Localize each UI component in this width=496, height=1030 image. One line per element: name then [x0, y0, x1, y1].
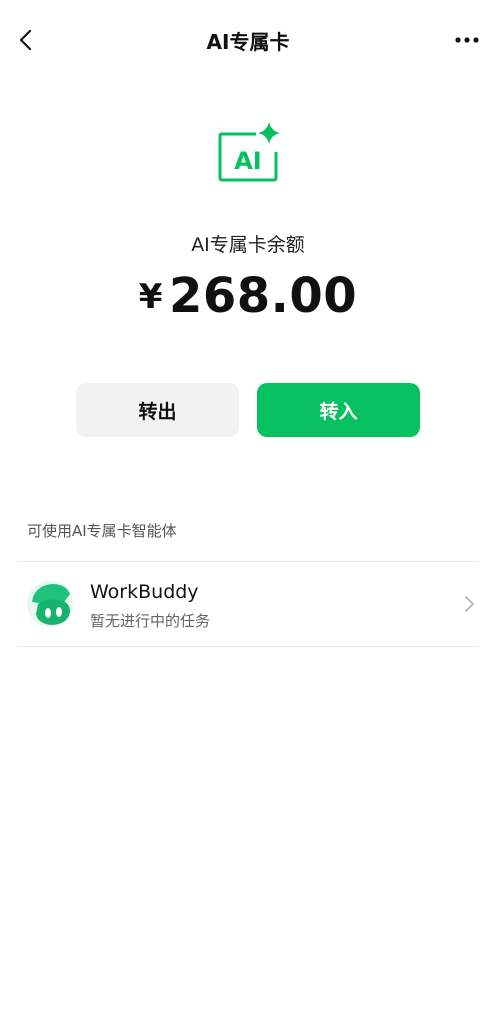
agent-status: 暂无进行中的任务	[90, 612, 211, 630]
more-button[interactable]	[450, 24, 484, 56]
workbuddy-avatar-icon	[27, 581, 73, 627]
page-title: AI专属卡	[206, 30, 290, 54]
currency-symbol: ¥	[138, 277, 163, 317]
transfer-in-button[interactable]: 转入	[257, 383, 420, 437]
chevron-right-icon	[465, 596, 474, 612]
divider	[18, 646, 478, 647]
more-horizontal-icon	[455, 37, 479, 43]
balance-amount: ¥268.00	[0, 268, 496, 324]
agent-list-item[interactable]: WorkBuddy 暂无进行中的任务	[18, 562, 478, 646]
agents-section-title: 可使用AI专属卡智能体	[27, 522, 177, 540]
ai-card-page: AI专属卡 AI AI专属卡余额 ¥268.00 转出 转入 可使用AI专属卡智…	[0, 0, 496, 1030]
ai-sparkle-icon: AI	[218, 122, 280, 182]
balance-label: AI专属卡余额	[191, 234, 305, 256]
ai-icon-text: AI	[234, 147, 262, 175]
agent-name: WorkBuddy	[90, 581, 199, 603]
amount-value: 268.00	[168, 268, 358, 324]
transfer-out-button[interactable]: 转出	[76, 383, 239, 437]
navigation-bar: AI专属卡	[0, 0, 496, 80]
